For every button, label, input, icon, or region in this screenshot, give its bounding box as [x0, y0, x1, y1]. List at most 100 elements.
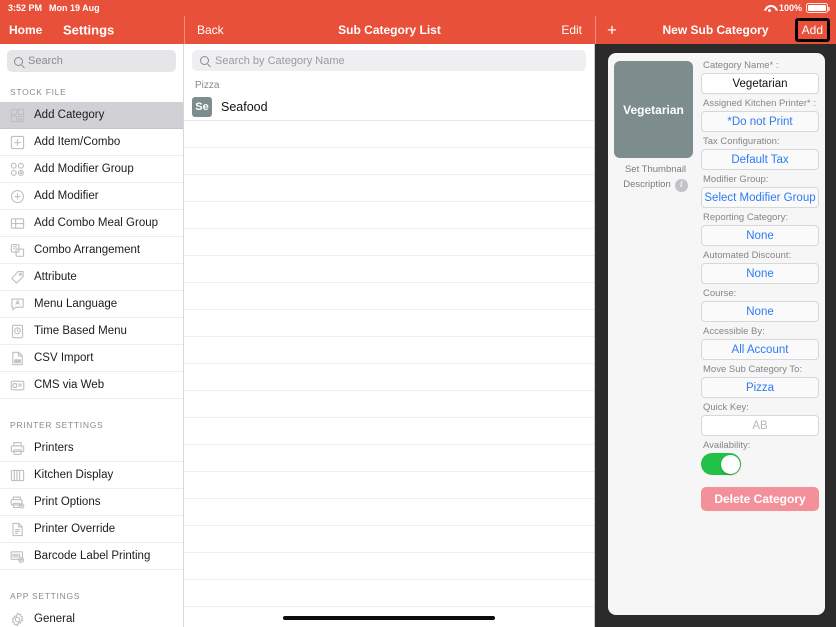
field-value-accessible-by[interactable]: All Account — [701, 339, 819, 360]
battery-icon — [806, 3, 830, 13]
app-root: 3:52 PM Mon 19 Aug 100% Home Settings Ba… — [0, 0, 836, 627]
field-value-course[interactable]: None — [701, 301, 819, 322]
category-badge: Se — [192, 97, 212, 117]
sidebar-item-label: Add Combo Meal Group — [34, 217, 159, 229]
sidebar-item-label: Printer Override — [34, 523, 116, 535]
field-label: Reporting Category: — [703, 212, 789, 223]
back-button[interactable]: Back — [197, 23, 224, 37]
sidebar-item-label: General — [34, 613, 75, 625]
settings-button[interactable]: Settings — [63, 23, 114, 38]
sidebar-search-placeholder: Search — [28, 55, 63, 67]
field-value-reporting-category[interactable]: None — [701, 225, 819, 246]
category-rows: Se Seafood — [184, 94, 594, 607]
thumbnail[interactable]: Vegetarian — [614, 61, 693, 158]
sidebar-item-label: CSV Import — [34, 352, 94, 364]
kds-icon — [10, 468, 25, 483]
search-icon — [14, 56, 23, 66]
field-label: Course: — [703, 288, 737, 299]
sidebar-item-add-combo-meal-group[interactable]: Add Combo Meal Group — [0, 210, 183, 237]
field-label: Modifier Group: — [703, 174, 769, 185]
sidebar-item-add-category[interactable]: Add Category — [0, 102, 183, 129]
document-icon — [10, 522, 25, 537]
category-empty-row — [184, 310, 594, 337]
sidebar-item-label: Printers — [34, 442, 74, 454]
sidebar-item-add-modifier[interactable]: Add Modifier — [0, 183, 183, 210]
nav-segment-list: Back Sub Category List Edit — [184, 16, 595, 44]
category-empty-row — [184, 283, 594, 310]
edit-button[interactable]: Edit — [561, 23, 582, 37]
circles-add-icon — [10, 162, 25, 177]
sidebar-item-label: Kitchen Display — [34, 469, 114, 481]
stack-icon — [10, 216, 25, 231]
sidebar-item-label: Menu Language — [34, 298, 118, 310]
sidebar-section-gap — [0, 570, 183, 583]
set-thumbnail-label[interactable]: Set Thumbnail — [614, 163, 697, 178]
category-empty-row — [184, 256, 594, 283]
delete-category-button[interactable]: Delete Category — [701, 487, 819, 511]
status-bar: 3:52 PM Mon 19 Aug 100% — [0, 0, 836, 16]
sidebar-item-label: CMS via Web — [34, 379, 105, 391]
sidebar-item-printers[interactable]: Printers — [0, 435, 183, 462]
sidebar-item-kitchen-display[interactable]: Kitchen Display — [0, 462, 183, 489]
sidebar-item-barcode-label-printing[interactable]: Barcode Label Printing — [0, 543, 183, 570]
field-value-automated-discount[interactable]: None — [701, 263, 819, 284]
sidebar-item-label: Add Item/Combo — [34, 136, 121, 148]
arrange-icon — [10, 243, 25, 258]
sidebar-item-label: Combo Arrangement — [34, 244, 141, 256]
sidebar-item-add-modifier-group[interactable]: Add Modifier Group — [0, 156, 183, 183]
sidebar-section-header: PRINTER SETTINGS — [10, 420, 104, 430]
category-name: Seafood — [221, 100, 268, 114]
sidebar-item-time-based-menu[interactable]: Time Based Menu — [0, 318, 183, 345]
search-icon — [200, 56, 209, 65]
category-empty-row — [184, 175, 594, 202]
sidebar-item-label: Add Modifier — [34, 190, 99, 202]
sidebar-item-printer-override[interactable]: Printer Override — [0, 516, 183, 543]
category-empty-row — [184, 499, 594, 526]
sidebar-item-combo-arrangement[interactable]: Combo Arrangement — [0, 237, 183, 264]
sidebar-item-cms-via-web[interactable]: CMS via Web — [0, 372, 183, 399]
field-value-category-name[interactable]: Vegetarian — [701, 73, 819, 94]
grid-add-icon — [10, 108, 25, 123]
category-row[interactable]: Se Seafood — [184, 94, 594, 121]
category-list-panel: Search by Category Name Pizza Se Seafood — [184, 44, 595, 627]
field-value-modifier-group[interactable]: Select Modifier Group — [701, 187, 819, 208]
field-value-move-sub-category-to[interactable]: Pizza — [701, 377, 819, 398]
id-card-icon — [10, 378, 25, 393]
category-search-input[interactable]: Search by Category Name — [192, 50, 586, 71]
nav-row: Home Settings Back Sub Category List Edi… — [0, 16, 836, 44]
field-value-tax-configuration[interactable]: Default Tax — [701, 149, 819, 170]
description-label: Description — [623, 178, 671, 190]
add-plus-icon[interactable]: + — [607, 22, 617, 39]
field-value-quick-key[interactable]: AB — [701, 415, 819, 436]
sidebar-item-menu-language[interactable]: Menu Language — [0, 291, 183, 318]
wifi-icon — [764, 4, 775, 13]
sidebar-item-attribute[interactable]: Attribute — [0, 264, 183, 291]
sidebar-search-input[interactable]: Search — [7, 50, 176, 72]
category-empty-row — [184, 553, 594, 580]
plus-circle-icon — [10, 189, 25, 204]
sidebar-item-label: Add Category — [34, 109, 105, 121]
category-empty-row — [184, 148, 594, 175]
field-value-assigned-kitchen-printer[interactable]: *Do not Print — [701, 111, 819, 132]
sidebar-section-header: APP SETTINGS — [10, 591, 81, 601]
availability-label: Availability: — [703, 440, 751, 451]
status-left: 3:52 PM Mon 19 Aug — [8, 3, 100, 13]
status-right: 100% — [764, 0, 830, 16]
home-button[interactable]: Home — [9, 23, 42, 37]
category-empty-row — [184, 526, 594, 553]
sidebar-item-general[interactable]: General — [0, 606, 183, 627]
sidebar-section-gap — [0, 399, 183, 412]
sidebar-item-add-item-combo[interactable]: Add Item/Combo — [0, 129, 183, 156]
add-button[interactable]: Add — [794, 18, 830, 42]
category-empty-row — [184, 472, 594, 499]
sidebar-item-print-options[interactable]: Print Options — [0, 489, 183, 516]
description-row[interactable]: Description i — [614, 178, 697, 193]
sidebar-item-csv-import[interactable]: CSV Import — [0, 345, 183, 372]
info-icon[interactable]: i — [674, 178, 688, 192]
availability-toggle[interactable] — [701, 453, 741, 475]
thumbnail-column: Vegetarian Set Thumbnail Description i — [614, 59, 697, 615]
language-bubble-icon — [10, 297, 25, 312]
sidebar: Search STOCK FILE Add Category Add Item/C… — [0, 44, 184, 627]
barcode-icon — [10, 549, 25, 564]
sidebar-item-label: Barcode Label Printing — [34, 550, 151, 562]
